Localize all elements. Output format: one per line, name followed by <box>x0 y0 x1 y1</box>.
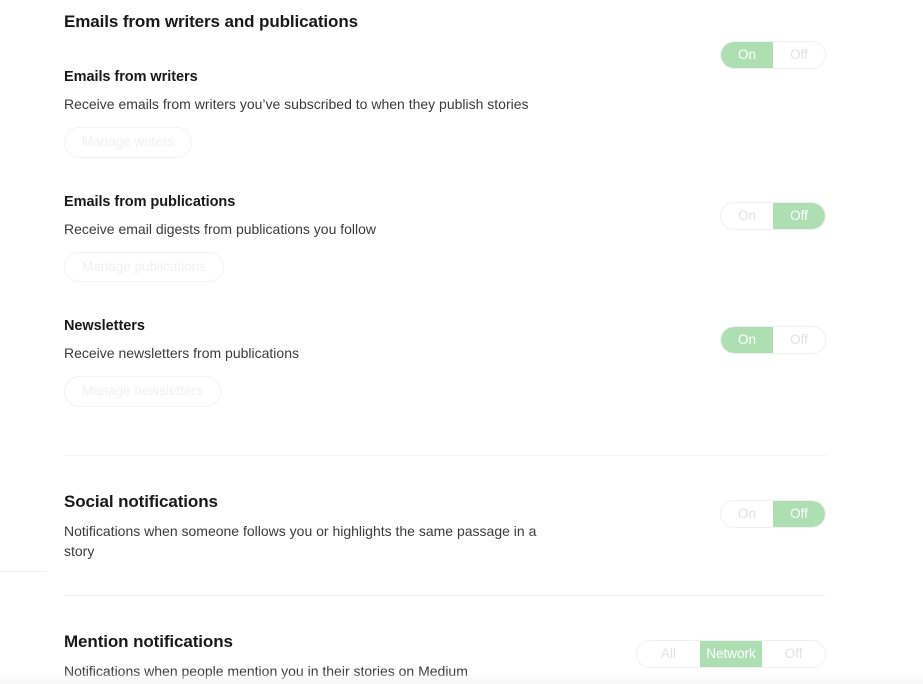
toggle-option-all[interactable]: All <box>637 641 700 667</box>
settings-content: Emails from writers and publications Ema… <box>64 0 826 681</box>
page-title: Emails from writers and publications <box>64 0 826 32</box>
setting-heading: Social notifications <box>64 492 826 512</box>
toggle-newsletters[interactable]: On Off <box>720 326 826 354</box>
setting-description: Notifications when someone follows you o… <box>64 521 544 561</box>
toggle-option-off[interactable]: Off <box>773 327 825 353</box>
toggle-option-on[interactable]: On <box>721 501 773 527</box>
setting-row-newsletters: Newsletters Receive newsletters from pub… <box>64 282 826 407</box>
sidebar-edge-divider <box>0 571 46 572</box>
toggle-option-network[interactable]: Network <box>700 641 763 667</box>
toggle-option-on[interactable]: On <box>721 42 773 68</box>
toggle-social-notifications[interactable]: On Off <box>720 500 826 528</box>
setting-row-emails-from-writers: Emails from writers Receive emails from … <box>64 32 826 158</box>
setting-description: Receive newsletters from publications <box>64 343 564 363</box>
toggle-option-off[interactable]: Off <box>762 641 825 667</box>
toggle-option-on[interactable]: On <box>721 203 773 229</box>
setting-description: Receive emails from writers you’ve subsc… <box>64 94 564 114</box>
toggle-emails-from-publications[interactable]: On Off <box>720 202 826 230</box>
toggle-emails-from-writers[interactable]: On Off <box>720 41 826 69</box>
setting-heading: Newsletters <box>64 318 826 334</box>
toggle-option-on[interactable]: On <box>721 327 773 353</box>
setting-row-social-notifications: Social notifications Notifications when … <box>64 456 826 561</box>
toggle-option-off[interactable]: Off <box>773 203 825 229</box>
manage-publications-button[interactable]: Manage publications <box>64 252 224 283</box>
manage-newsletters-button[interactable]: Manage newsletters <box>64 376 221 407</box>
toggle-option-off[interactable]: Off <box>773 42 825 68</box>
setting-heading: Emails from writers <box>64 69 826 85</box>
setting-description: Receive email digests from publications … <box>64 219 564 239</box>
toggle-option-off[interactable]: Off <box>773 501 825 527</box>
setting-row-emails-from-publications: Emails from publications Receive email d… <box>64 158 826 283</box>
setting-row-mention-notifications: Mention notifications Notifications when… <box>64 596 826 681</box>
viewport-bottom-edge <box>0 672 923 684</box>
manage-writers-button[interactable]: Manage writers <box>64 127 192 158</box>
settings-page: Emails from writers and publications Ema… <box>0 0 923 684</box>
setting-heading: Emails from publications <box>64 194 826 210</box>
toggle-mention-notifications[interactable]: All Network Off <box>636 640 826 668</box>
